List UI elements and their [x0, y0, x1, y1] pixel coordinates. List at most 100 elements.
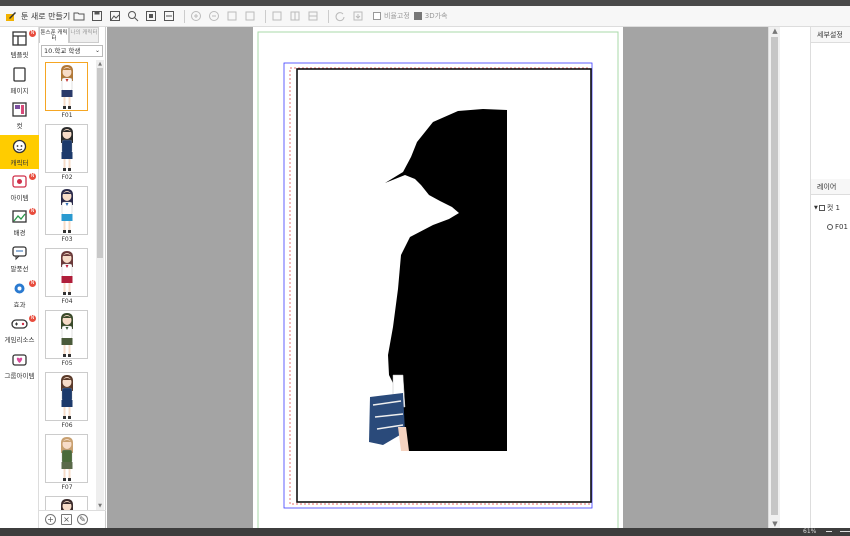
add-icon[interactable]: + [45, 514, 56, 525]
character-card[interactable]: F06 [45, 372, 89, 434]
speech-bubble-icon [12, 245, 27, 260]
category-select[interactable]: 10.학교 학생 ⌄ [41, 45, 103, 57]
character-card[interactable] [45, 496, 89, 510]
3d-accel-checkbox[interactable]: 3D가속 [413, 11, 448, 21]
character-name: F03 [61, 236, 73, 243]
scroll-down-icon[interactable]: ▼ [96, 502, 104, 510]
bring-forward-button[interactable] [225, 9, 239, 23]
toolbar-separator [265, 9, 266, 23]
nav-item-background[interactable]: 배경 N [0, 205, 39, 239]
nav-item-character[interactable]: 캐릭터 [0, 135, 39, 169]
expand-icon[interactable]: ▼ [814, 205, 818, 211]
character-tabs: 툰스푼 캐릭터 나의 캐릭터 [39, 27, 105, 43]
character-card[interactable]: F04 [45, 248, 89, 310]
nav-item-cut[interactable]: 컷 [0, 98, 39, 132]
tab-my-characters[interactable]: 나의 캐릭터 [69, 27, 99, 43]
scroll-thumb[interactable] [97, 68, 103, 258]
character-name: F06 [61, 422, 73, 429]
character-thumbnail [45, 62, 88, 111]
toolbar-separator [184, 9, 185, 23]
canvas-workspace[interactable] [107, 27, 768, 528]
flip-vertical-button[interactable] [306, 9, 320, 23]
nav-item-label: 페이지 [10, 86, 29, 95]
character-figure [60, 436, 73, 481]
image-search-icon [128, 11, 139, 22]
character-name: F04 [61, 298, 73, 305]
zoom-in-icon [191, 11, 201, 21]
page-icon [13, 66, 26, 82]
zoom-out-button[interactable] [207, 9, 221, 23]
character-card[interactable]: F03 [45, 186, 89, 248]
scroll-up-icon[interactable]: ▲ [96, 60, 104, 68]
template-icon [12, 30, 27, 46]
effect-icon [14, 283, 25, 293]
flip-horizontal-button[interactable] [288, 9, 302, 23]
character-card[interactable]: F01 [45, 62, 89, 124]
folder-icon [73, 12, 85, 21]
character-figure [60, 126, 73, 171]
flip-horizontal-icon [290, 11, 300, 21]
align-icon [272, 11, 282, 21]
scroll-up-icon[interactable]: ▲ [769, 27, 781, 35]
save-button[interactable] [90, 9, 104, 23]
character-list: F01 F02 F03 F04 F05 F06 F07 [39, 60, 96, 510]
new-badge: N [29, 30, 36, 37]
image-export-button[interactable] [108, 9, 122, 23]
details-title: 세부설정 [811, 27, 850, 43]
send-backward-button[interactable] [243, 9, 257, 23]
character-list-scrollbar[interactable]: ▲ ▼ [96, 60, 104, 510]
status-bar: 61% [0, 528, 850, 536]
character-panel: 툰스푼 캐릭터 나의 캐릭터 10.학교 학생 ⌄ F01 F02 F03 F04 F0… [39, 27, 106, 528]
layer-row-cut[interactable]: ▼ 컷 1 [811, 201, 850, 215]
new-badge: N [29, 280, 36, 287]
layer-label: F01 [835, 223, 848, 231]
aspect-lock-checkbox[interactable]: 비율고정 [373, 11, 410, 21]
zoom-in-button[interactable] [189, 9, 203, 23]
download-button[interactable] [351, 9, 365, 23]
character-thumbnail [45, 496, 88, 510]
nav-item-template[interactable]: 템플릿 N [0, 27, 39, 61]
zoom-out-icon [209, 11, 219, 21]
align-button[interactable] [270, 9, 284, 23]
cut-layer-icon [818, 205, 825, 211]
chevron-down-icon: ⌄ [94, 47, 100, 54]
nav-item-label: 게임리소스 [4, 335, 35, 344]
rotate-button[interactable] [333, 9, 347, 23]
character-figure [60, 250, 73, 295]
scroll-thumb[interactable] [771, 37, 778, 515]
character-card[interactable]: F02 [45, 124, 89, 186]
canvas-svg [257, 31, 619, 528]
nav-item-effect[interactable]: 효과 N [0, 277, 39, 311]
character-card[interactable]: F05 [45, 310, 89, 372]
scroll-down-icon[interactable]: ▼ [769, 520, 781, 528]
nav-item-speech-bubble[interactable]: 말풍선 [0, 241, 39, 275]
zoom-slider[interactable] [840, 531, 850, 532]
fit-button[interactable] [144, 9, 158, 23]
new-toon-button[interactable]: 툰 새로 만들기 [0, 6, 72, 27]
layers-title: 레이어 [811, 179, 850, 195]
width-button[interactable] [162, 9, 176, 23]
character-figure [60, 64, 73, 109]
layer-label: 컷 1 [826, 204, 840, 212]
image-search-button[interactable] [126, 9, 140, 23]
right-panel: 세부설정 레이어 ▼ 컷 1 F01 [810, 27, 850, 528]
layer-list: ▼ 컷 1 F01 [811, 195, 850, 234]
edit-icon[interactable]: ✎ [77, 514, 88, 525]
layer-row-character[interactable]: F01 [811, 220, 850, 234]
rotate-icon [335, 12, 345, 22]
character-card[interactable]: F07 [45, 434, 89, 496]
panel-bottom-toolbar: + × ✎ [39, 510, 106, 528]
delete-icon[interactable]: × [61, 514, 72, 525]
character-icon [12, 139, 27, 153]
zoom-out-icon[interactable] [826, 531, 832, 532]
nav-item-page[interactable]: 페이지 [0, 63, 39, 97]
character-thumbnail [45, 186, 88, 235]
nav-item-item[interactable]: 아이템 N [0, 170, 39, 204]
nav-item-gamepad[interactable]: 게임리소스 N [0, 312, 39, 346]
open-button[interactable] [72, 9, 86, 23]
tab-toonspoon-characters[interactable]: 툰스푼 캐릭터 [39, 27, 69, 43]
workspace-scrollbar[interactable]: ▲ ▼ [768, 27, 780, 528]
nav-item-label: 말풍선 [10, 264, 29, 273]
3d-accel-label: 3D가속 [424, 12, 448, 20]
nav-item-group-item[interactable]: 그룹아이템 [0, 348, 39, 382]
